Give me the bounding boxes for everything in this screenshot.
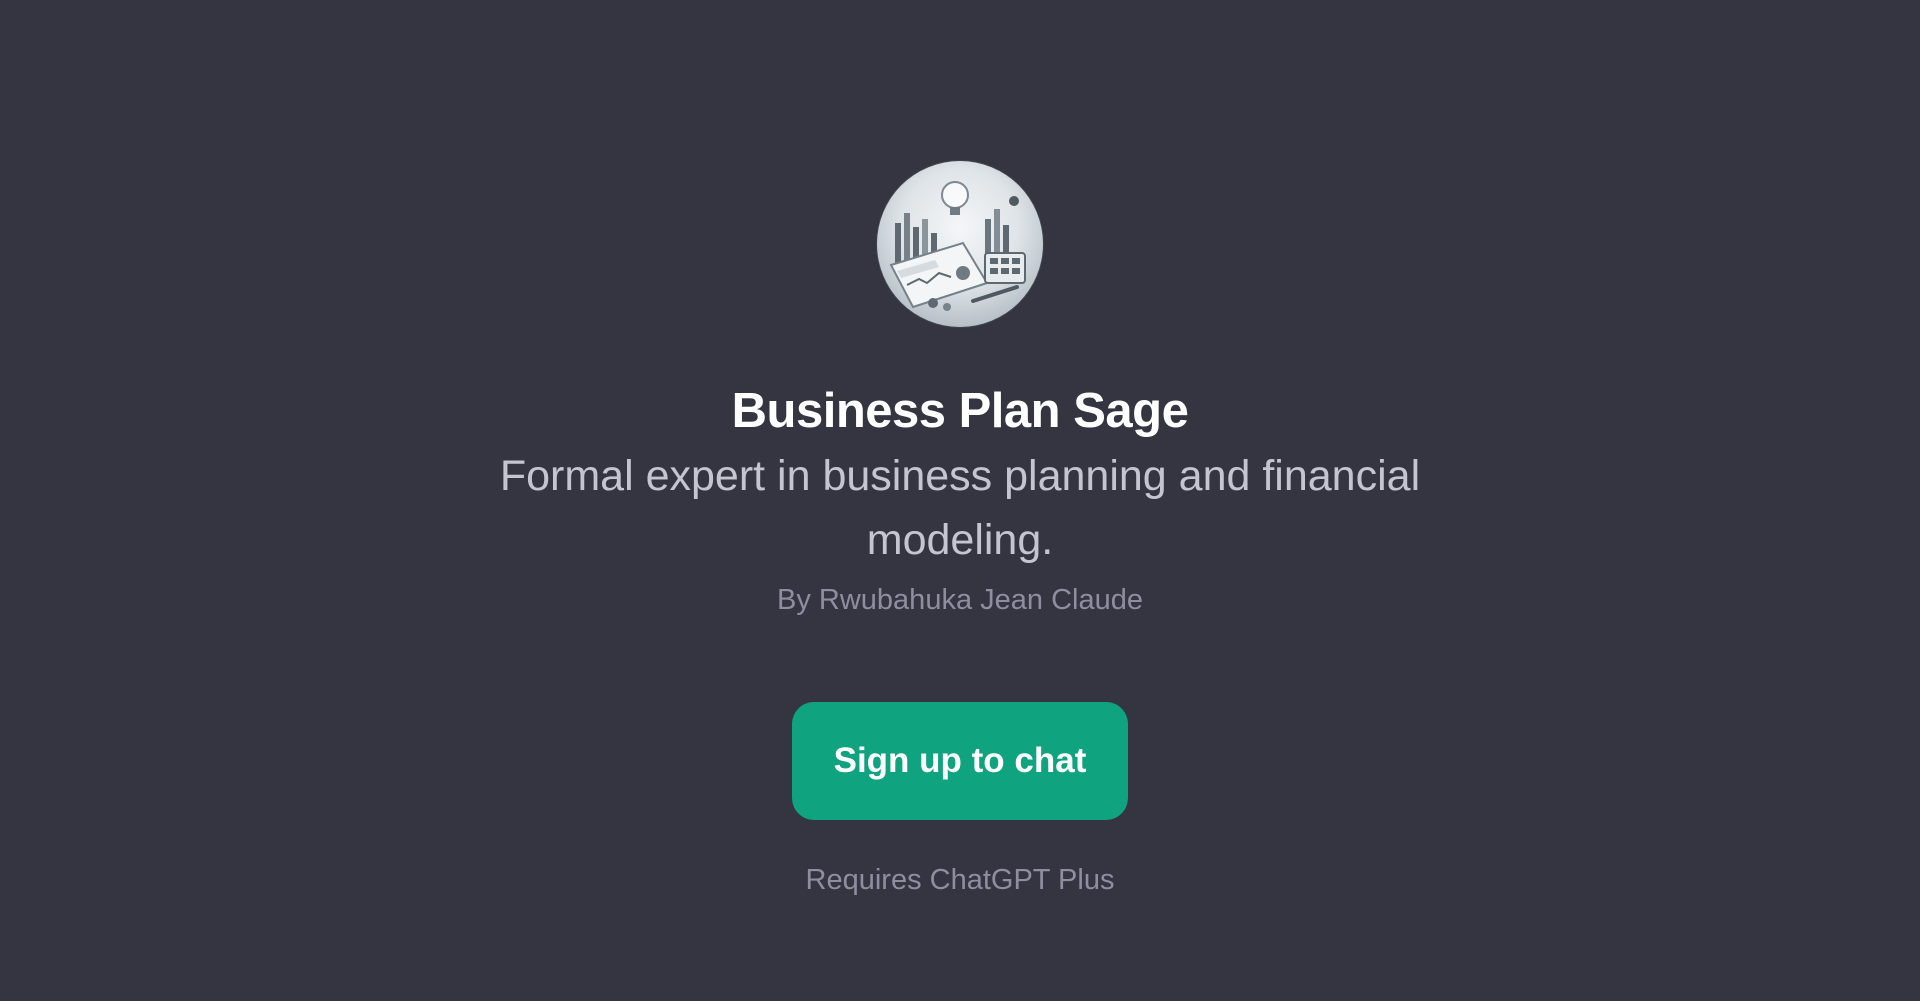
business-plan-illustration-icon <box>889 181 1026 311</box>
gpt-landing-page: Business Plan Sage Formal expert in busi… <box>0 0 1920 1001</box>
sign-up-to-chat-button[interactable]: Sign up to chat <box>792 702 1128 820</box>
requirement-note: Requires ChatGPT Plus <box>805 864 1115 896</box>
sign-up-button-label: Sign up to chat <box>833 741 1087 780</box>
gpt-author: By Rwubahuka Jean Claude <box>777 584 1143 616</box>
gpt-description: Formal expert in business planning and f… <box>499 452 1421 564</box>
gpt-avatar <box>877 161 1043 327</box>
gpt-title: Business Plan Sage <box>731 384 1189 438</box>
